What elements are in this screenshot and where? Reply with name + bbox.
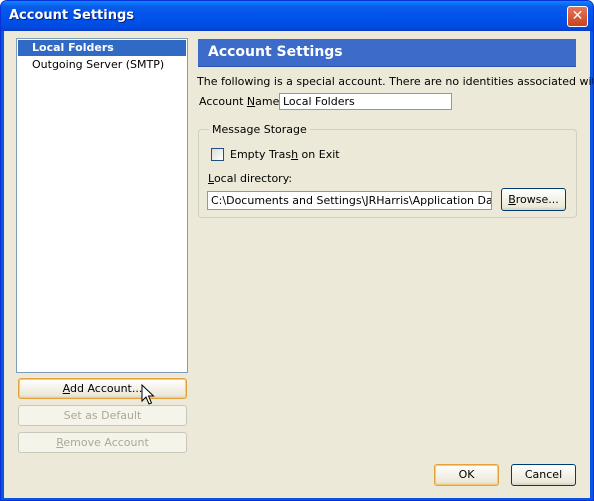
account-name-access-key: N xyxy=(246,95,256,108)
empty-trash-label-end: on Exit xyxy=(298,148,340,161)
account-item-outgoing-server[interactable]: Outgoing Server (SMTP) xyxy=(18,57,186,73)
account-settings-window: Account Settings ✕ Local Folders Outgoin… xyxy=(0,0,594,501)
mouse-pointer-icon xyxy=(141,384,155,405)
close-icon: ✕ xyxy=(571,8,584,24)
panel-title: Account Settings xyxy=(208,44,343,60)
account-item-label: Local Folders xyxy=(32,41,114,54)
local-directory-label: Local directory: xyxy=(208,172,292,185)
local-directory-label-end: ocal directory: xyxy=(213,172,293,185)
add-account-button[interactable]: Add Account... xyxy=(18,378,187,399)
message-storage-legend: Message Storage xyxy=(209,123,310,136)
empty-trash-access-key: h xyxy=(291,148,299,161)
set-as-default-button[interactable]: Set as Default xyxy=(18,405,187,426)
dialog-body: Local Folders Outgoing Server (SMTP) Add… xyxy=(4,31,594,498)
account-item-label: Outgoing Server (SMTP) xyxy=(32,58,165,71)
window-title: Account Settings xyxy=(9,8,135,23)
account-name-label: Account Name: xyxy=(199,95,283,108)
empty-trash-label-start: Empty Tras xyxy=(230,148,292,161)
panel-header: Account Settings xyxy=(198,39,576,67)
account-name-input[interactable]: Local Folders xyxy=(279,93,452,110)
add-account-label-end: dd Account... xyxy=(69,382,143,395)
account-list[interactable]: Local Folders Outgoing Server (SMTP) xyxy=(16,38,188,373)
browse-button[interactable]: Browse... xyxy=(501,188,566,211)
ok-button[interactable]: OK xyxy=(434,464,499,486)
empty-trash-label[interactable]: Empty Trash on Exit xyxy=(230,148,340,161)
remove-account-button[interactable]: Remove Account xyxy=(18,432,187,453)
account-item-local-folders[interactable]: Local Folders xyxy=(18,40,186,56)
add-account-access-key: A xyxy=(62,382,70,395)
browse-label-end: rowse... xyxy=(515,193,559,206)
close-button[interactable]: ✕ xyxy=(567,6,588,27)
title-bar[interactable]: Account Settings ✕ xyxy=(1,1,593,31)
special-account-info: The following is a special account. Ther… xyxy=(197,75,594,88)
cancel-button[interactable]: Cancel xyxy=(511,464,576,486)
account-name-label-start: Account xyxy=(199,95,247,108)
empty-trash-checkbox[interactable] xyxy=(211,148,224,161)
browse-access-key: B xyxy=(508,193,516,206)
local-directory-input[interactable]: C:\Documents and Settings\JRHarris\Appli… xyxy=(207,191,492,210)
remove-account-label-end: emove Account xyxy=(63,436,149,449)
